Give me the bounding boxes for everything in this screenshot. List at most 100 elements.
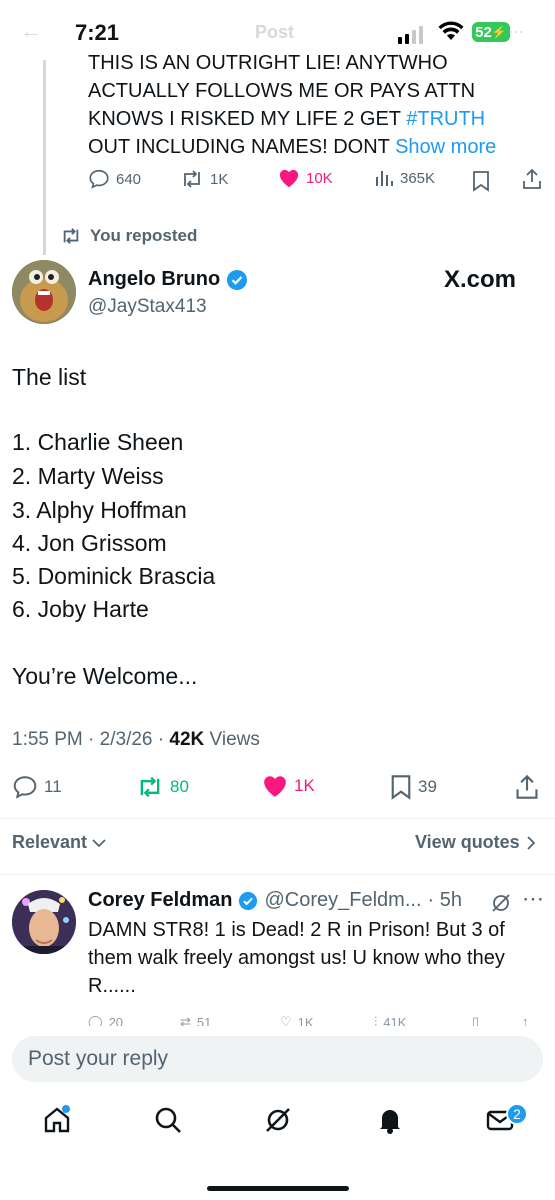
avatar-image	[12, 890, 76, 954]
repost-icon	[140, 776, 160, 798]
list-item: 4. Jon Grissom	[12, 530, 167, 556]
reply-button[interactable]: ◯ 20	[88, 1014, 123, 1026]
repost-button[interactable]: ⇄ 51	[180, 1014, 211, 1026]
status-bar: ← 7:21 Post 52 ⚡ ⋯	[0, 0, 555, 60]
reply-age: · 5h	[427, 889, 462, 911]
repost-indicator: You reposted	[60, 226, 197, 246]
list-item: 1. Charlie Sheen	[12, 429, 184, 455]
repost-icon	[63, 228, 79, 244]
reply-text: DAMN STR8! 1 is Dead! 2 R in Prison! But…	[88, 919, 505, 997]
quoted-action-bar: 640 1K 10K 365K	[88, 168, 543, 194]
reply-author-handle[interactable]: @Corey_Feldm...	[264, 889, 421, 912]
like-count: 1K	[297, 1014, 314, 1027]
list-item: 5. Dominick Brascia	[12, 563, 216, 589]
home-unread-dot	[62, 1105, 70, 1113]
views-label: Views	[209, 729, 260, 750]
reply-action-bar: ◯ 20 ⇄ 51 ♡ 1K ⫶ 41K ▯ ↑	[88, 1014, 543, 1026]
like-button[interactable]: 10K	[278, 168, 333, 188]
messages-badge: 2	[506, 1103, 528, 1125]
search-icon[interactable]	[153, 1105, 183, 1135]
reply-header: Corey Feldman @Corey_Feldm... · 5h	[88, 889, 462, 912]
cellular-signal-icon	[398, 26, 423, 44]
reply-composer[interactable]	[12, 1036, 543, 1082]
avatar[interactable]	[12, 260, 76, 324]
notifications-bell-icon[interactable]	[375, 1105, 405, 1135]
author-name[interactable]: Angelo Bruno	[88, 268, 248, 291]
bookmark-icon	[391, 775, 411, 800]
xcom-watermark: X.com	[444, 266, 517, 293]
bookmark-count: 39	[418, 777, 437, 796]
battery-level: 52	[475, 23, 492, 41]
quoted-line: THIS IS AN OUTRIGHT LIE! ANYTWHO	[88, 55, 448, 74]
status-time: 7:21	[75, 20, 120, 45]
like-count: 10K	[306, 169, 333, 187]
like-button[interactable]: ♡ 1K	[280, 1014, 314, 1026]
divider	[0, 874, 555, 875]
reply-button[interactable]: 11	[12, 774, 62, 800]
battery-icon: 52 ⚡	[472, 22, 510, 42]
author-handle[interactable]: @JayStax413	[88, 296, 207, 318]
heart-filled-icon	[279, 169, 299, 188]
views-button[interactable]: ⫶ 41K	[374, 1014, 406, 1026]
repost-count: 80	[170, 777, 189, 796]
show-more-link[interactable]: Show more	[395, 136, 496, 158]
repost-label: You reposted	[90, 226, 198, 245]
sort-dropdown[interactable]: Relevant	[12, 832, 107, 853]
reply-icon	[13, 776, 37, 799]
views-button[interactable]: 365K	[374, 168, 435, 188]
reply-icon	[89, 169, 109, 189]
header-title: Post	[255, 22, 295, 42]
post-outro: You’re Welcome...	[12, 663, 198, 689]
post-time: 1:55 PM	[12, 729, 83, 750]
quoted-post-text[interactable]: THIS IS AN OUTRIGHT LIE! ANYTWHO ACTUALL…	[88, 55, 543, 173]
reply-author-name[interactable]: Corey Feldman	[88, 889, 232, 912]
list-item: 3. Alphy Hoffman	[12, 497, 187, 523]
bookmark-button[interactable]: 39	[390, 774, 437, 800]
grok-icon[interactable]	[490, 892, 512, 914]
more-options-icon[interactable]: ⋯	[522, 886, 544, 912]
grok-icon[interactable]	[263, 1105, 293, 1135]
avatar-image	[12, 260, 76, 324]
quoted-line: ACTUALLY FOLLOWS ME OR PAYS ATTN	[88, 80, 476, 102]
bookmark-icon[interactable]: ▯	[472, 1014, 479, 1026]
divider	[0, 818, 555, 819]
chevron-right-icon	[527, 835, 535, 850]
repost-count: 51	[196, 1014, 212, 1027]
chevron-down-icon	[92, 838, 106, 847]
reply-avatar[interactable]	[12, 890, 76, 954]
hashtag-link[interactable]: #TRUTH	[406, 108, 485, 130]
like-count: 1K	[294, 776, 315, 795]
verified-badge-icon	[227, 269, 248, 290]
quoted-line-with-more: OUT INCLUDING NAMES! DONT Show more	[88, 136, 497, 158]
list-item: 2. Marty Weiss	[12, 463, 164, 489]
thread-line	[43, 60, 46, 255]
reply-input[interactable]	[12, 1036, 543, 1082]
list-item: 6. Joby Harte	[12, 596, 149, 622]
quoted-line-with-hashtag: KNOWS I RISKED MY LIFE 2 GET #TRUTH	[88, 108, 486, 130]
share-icon[interactable]	[514, 774, 540, 800]
heart-filled-icon	[264, 776, 286, 797]
verified-badge-icon	[239, 891, 258, 910]
views-count: 365K	[400, 169, 436, 187]
bookmark-icon[interactable]	[472, 170, 490, 192]
views-icon	[376, 171, 393, 186]
like-button[interactable]: 1K	[262, 774, 315, 798]
share-icon[interactable]	[521, 168, 543, 190]
back-arrow-icon[interactable]: ←	[20, 18, 42, 44]
more-icon[interactable]: ⋯	[508, 22, 524, 42]
wifi-icon	[438, 21, 464, 40]
repost-button[interactable]: 1K	[180, 168, 228, 190]
reply-count: 20	[108, 1014, 124, 1027]
repost-icon	[184, 170, 200, 188]
views-count: 41K	[383, 1014, 407, 1027]
post-meta: 1:55 PM · 2/3/26 · 42K Views	[12, 729, 260, 750]
reply-count: 11	[44, 777, 62, 796]
repost-count: 1K	[210, 170, 229, 188]
reply-button[interactable]: 640	[88, 168, 141, 190]
share-icon[interactable]: ↑	[522, 1014, 529, 1026]
post-intro: The list	[12, 364, 87, 390]
view-quotes-link[interactable]: View quotes	[415, 832, 536, 853]
reply-count: 640	[116, 170, 142, 188]
post-action-bar: 11 80 1K 39	[12, 774, 543, 802]
repost-button[interactable]: 80	[136, 774, 189, 800]
